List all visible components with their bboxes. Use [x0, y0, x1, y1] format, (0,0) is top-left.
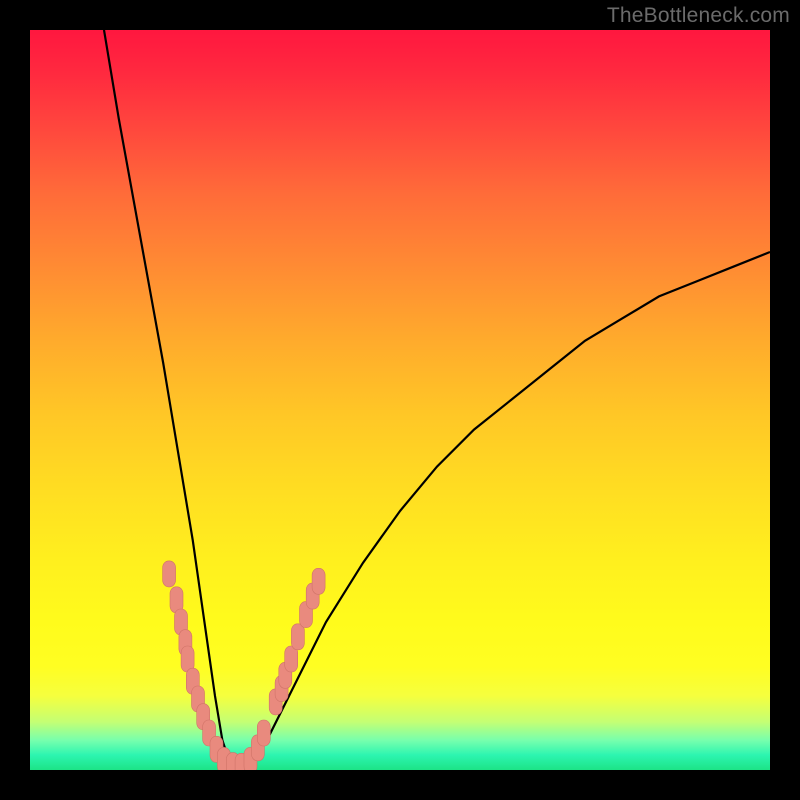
- data-marker: [257, 720, 270, 746]
- watermark-text: TheBottleneck.com: [607, 4, 790, 28]
- chart-frame: TheBottleneck.com: [0, 0, 800, 800]
- data-marker: [163, 561, 176, 587]
- plot-area: [30, 30, 770, 770]
- data-marker: [285, 646, 298, 672]
- bottleneck-curve: [104, 30, 770, 770]
- bottleneck-curve-svg: [30, 30, 770, 770]
- marker-layer: [163, 561, 326, 770]
- data-marker: [312, 568, 325, 594]
- data-marker: [291, 624, 304, 650]
